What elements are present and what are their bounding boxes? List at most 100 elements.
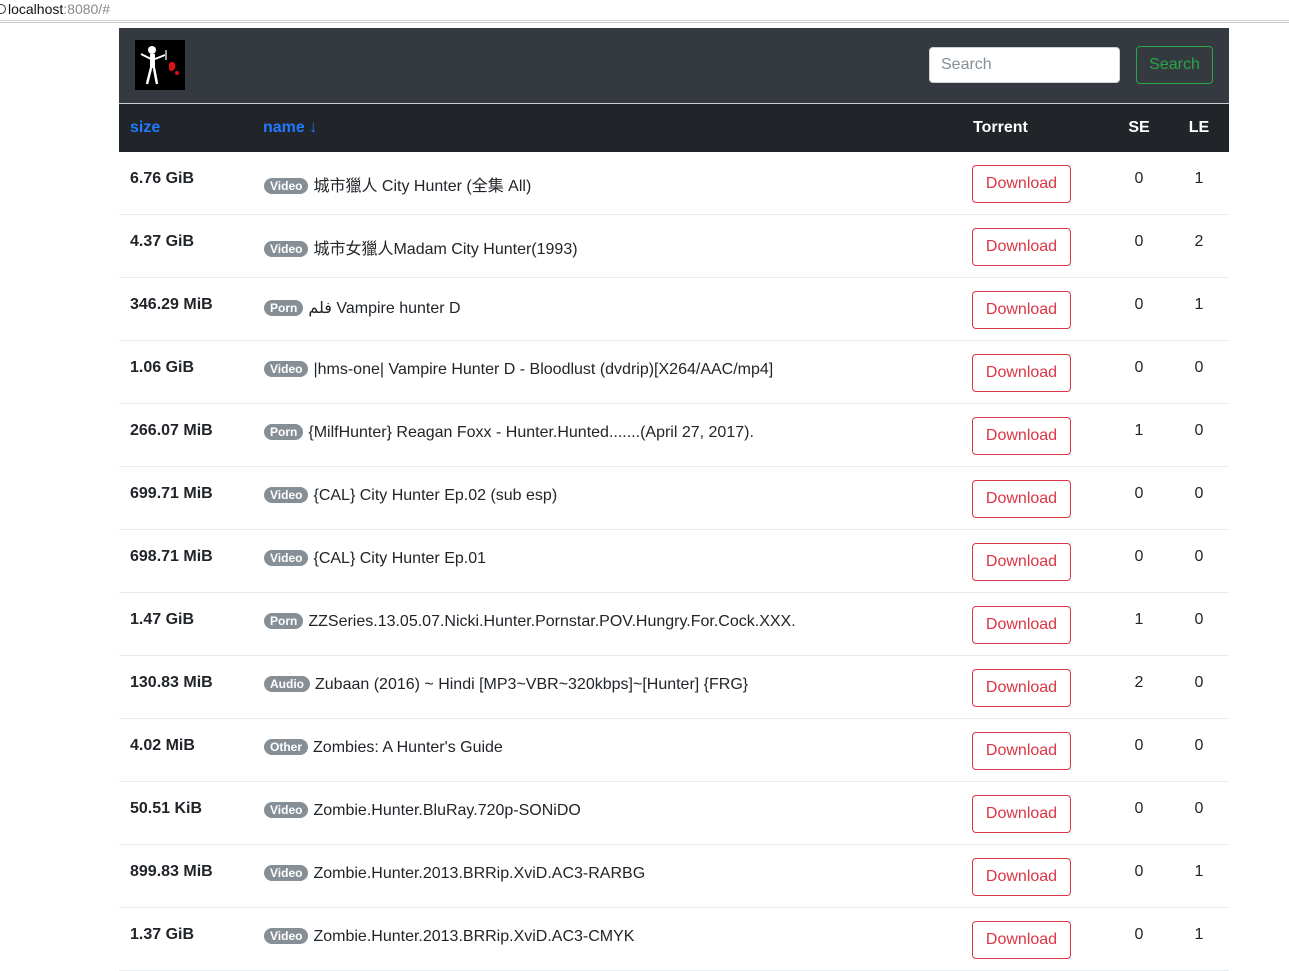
download-button[interactable]: Download (972, 921, 1071, 959)
seeders-cell: 0 (1134, 548, 1144, 565)
download-button[interactable]: Download (972, 732, 1071, 770)
download-button[interactable]: Download (972, 354, 1071, 392)
leechers-cell: 0 (1194, 485, 1204, 502)
leechers-cell: 0 (1194, 737, 1204, 754)
name-cell: Audio Zubaan (2016) ~ Hindi [MP3~VBR~320k… (252, 656, 962, 719)
table-row: 50.51 KiB Video Zombie.Hunter.BluRay.720p-… (119, 782, 1229, 845)
download-button[interactable]: Download (972, 606, 1071, 644)
seeders-cell: 0 (1134, 296, 1144, 313)
torrent-name: Zombie.Hunter.2013.BRRip.XviD.AC3-CMYK (313, 928, 635, 945)
size-cell: 130.83 MiB (130, 674, 213, 691)
torrent-cell: Download (962, 530, 1109, 593)
torrent-name: {CAL} City Hunter Ep.02 (sub esp) (313, 487, 558, 504)
category-badge[interactable]: Video (264, 177, 309, 194)
leechers-cell: 0 (1194, 359, 1204, 376)
torrent-name: |hms-one| Vampire Hunter D - Bloodlust (… (313, 361, 774, 378)
torrent-table: size name ↓ Torrent SE LE 6.76 GiB Video 城… (119, 103, 1229, 971)
torrent-cell: Download (962, 782, 1109, 845)
table-row: 1.47 GiB Porn ZZSeries.13.05.07.Nicki.Hunt… (119, 593, 1229, 656)
download-button[interactable]: Download (972, 291, 1071, 329)
torrent-cell: Download (962, 341, 1109, 404)
table-row: 266.07 MiB Porn {MilfHunter} Reagan Foxx -… (119, 404, 1229, 467)
name-cell: Video {CAL} City Hunter Ep.01 (252, 530, 962, 593)
name-cell: Porn {MilfHunter} Reagan Foxx - Hunter.Hu… (252, 404, 962, 467)
name-cell: Porn ZZSeries.13.05.07.Nicki.Hunter.Porns… (252, 593, 962, 656)
category-badge[interactable]: Video (264, 241, 309, 257)
name-cell: Video 城市獵人 City Hunter (全集 All) (252, 152, 962, 215)
table-row: 4.02 MiB Other Zombies: A Hunter's Guide Do… (119, 719, 1229, 782)
torrent-name: Zombies: A Hunter's Guide (313, 739, 503, 756)
name-cell: Porn فلم Vampire hunter D (252, 278, 962, 341)
torrent-name: فلم Vampire hunter D (308, 300, 461, 317)
seeders-cell: 0 (1134, 485, 1144, 502)
category-badge[interactable]: Video (264, 865, 309, 881)
name-cell: Video Zombie.Hunter.2013.BRRip.XviD.AC3-R… (252, 845, 962, 908)
download-button[interactable]: Download (972, 795, 1071, 833)
category-badge[interactable]: Video (264, 802, 309, 818)
size-cell: 1.37 GiB (130, 926, 195, 943)
seeders-cell: 0 (1134, 359, 1144, 376)
torrent-name: {MilfHunter} Reagan Foxx - Hunter.Hunted… (308, 424, 754, 441)
size-cell: 1.06 GiB (130, 359, 195, 376)
leechers-cell: 1 (1194, 926, 1204, 943)
name-cell: Video Zombie.Hunter.BluRay.720p-SONiDO (252, 782, 962, 845)
column-header-se: SE (1109, 103, 1169, 152)
pirate-flag-logo-icon[interactable] (135, 40, 185, 90)
download-button[interactable]: Download (972, 543, 1071, 581)
category-badge[interactable]: Porn (264, 300, 304, 316)
torrent-cell: Download (962, 719, 1109, 782)
url-port-path: :8080/# (63, 1, 110, 17)
torrent-cell: Download (962, 845, 1109, 908)
download-button[interactable]: Download (972, 417, 1071, 455)
page-info-icon[interactable] (0, 4, 6, 14)
download-button[interactable]: Download (972, 858, 1071, 896)
url-text: localhost:8080/# (8, 0, 110, 18)
download-button[interactable]: Download (972, 480, 1071, 518)
column-header-torrent: Torrent (962, 103, 1109, 152)
seeders-cell: 0 (1134, 926, 1144, 943)
category-badge[interactable]: Porn (264, 424, 304, 440)
download-button[interactable]: Download (972, 164, 1071, 203)
seeders-cell: 0 (1134, 863, 1144, 880)
torrent-name: Zombie.Hunter.2013.BRRip.XviD.AC3-RARBG (313, 865, 646, 882)
search-button[interactable]: Search (1136, 46, 1213, 84)
download-button[interactable]: Download (972, 228, 1071, 266)
category-badge[interactable]: Video (264, 487, 309, 503)
seeders-cell: 2 (1134, 674, 1144, 691)
table-row: 346.29 MiB Porn فلم Vampire hunter D Downlo… (119, 278, 1229, 341)
leechers-cell: 0 (1194, 800, 1204, 817)
size-cell: 6.76 GiB (130, 169, 195, 187)
table-header-row: size name ↓ Torrent SE LE (119, 103, 1229, 152)
leechers-cell: 1 (1194, 296, 1204, 313)
url-host: localhost (8, 1, 64, 17)
name-cell: Video 城市女獵人Madam City Hunter(1993) (252, 215, 962, 278)
browser-address-bar[interactable]: localhost:8080/# (0, 0, 1289, 21)
torrent-cell: Download (962, 215, 1109, 278)
download-button[interactable]: Download (972, 669, 1071, 707)
seeders-cell: 0 (1134, 169, 1144, 187)
navbar: Search (119, 28, 1229, 103)
column-header-name[interactable]: name ↓ (252, 103, 962, 152)
leechers-cell: 2 (1194, 233, 1204, 250)
seeders-cell: 0 (1134, 233, 1144, 250)
category-badge[interactable]: Video (264, 361, 309, 377)
leechers-cell: 1 (1194, 863, 1204, 880)
column-header-size[interactable]: size (119, 103, 252, 152)
table-row: 899.83 MiB Video Zombie.Hunter.2013.BRRip.… (119, 845, 1229, 908)
main-container: Search size name ↓ Torrent SE LE 6.76 Gi… (119, 28, 1229, 971)
category-badge[interactable]: Other (264, 739, 309, 755)
column-header-le: LE (1169, 103, 1229, 152)
category-badge[interactable]: Video (264, 550, 309, 566)
seeders-cell: 1 (1134, 611, 1144, 628)
category-badge[interactable]: Video (264, 928, 309, 944)
size-cell: 346.29 MiB (130, 296, 213, 313)
leechers-cell: 0 (1194, 674, 1204, 691)
table-row: 6.76 GiB Video 城市獵人 City Hunter (全集 All) Do… (119, 152, 1229, 215)
leechers-cell: 0 (1194, 548, 1204, 565)
search-input[interactable] (929, 47, 1120, 83)
category-badge[interactable]: Audio (264, 676, 310, 692)
torrent-cell: Download (962, 908, 1109, 971)
seeders-cell: 1 (1134, 422, 1144, 439)
size-cell: 698.71 MiB (130, 548, 213, 565)
category-badge[interactable]: Porn (264, 613, 304, 629)
